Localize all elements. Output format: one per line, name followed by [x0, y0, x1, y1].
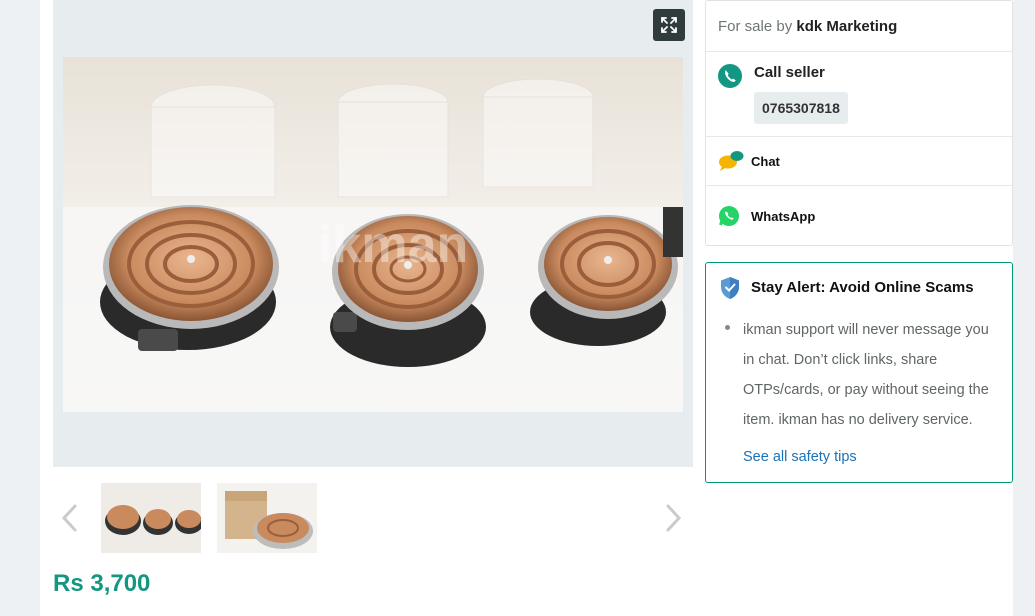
thumbnail-1[interactable]	[101, 483, 201, 553]
whatsapp-row[interactable]: WhatsApp	[706, 185, 1012, 245]
gallery-prev-button[interactable]	[55, 500, 85, 536]
expand-icon	[661, 17, 677, 33]
for-sale-by-label: For sale by	[718, 18, 793, 35]
watermark-text: ikman	[318, 216, 468, 274]
fullscreen-button[interactable]	[653, 9, 685, 41]
phone-number-button[interactable]: 0765307818	[754, 92, 848, 124]
chevron-right-icon	[666, 504, 682, 532]
whatsapp-icon	[719, 206, 739, 226]
main-photo[interactable]: ikman	[63, 57, 683, 412]
chat-row[interactable]: Chat	[706, 136, 1012, 185]
safety-alert-title: Stay Alert: Avoid Online Scams	[751, 279, 974, 296]
page-margin	[1013, 0, 1035, 616]
seller-line: For sale by kdk Marketing	[718, 18, 897, 35]
thumbnail-2[interactable]	[217, 483, 317, 553]
price: Rs 3,700	[53, 570, 151, 597]
chat-label: Chat	[751, 154, 780, 169]
call-seller-row: Call seller 0765307818	[706, 51, 1012, 136]
gallery-next-button[interactable]	[658, 500, 688, 536]
bullet-dot	[725, 325, 730, 330]
shield-check-icon	[721, 277, 739, 299]
hot-plate-1	[100, 205, 279, 351]
chevron-left-icon	[61, 504, 77, 532]
safety-alert-card: Stay Alert: Avoid Online Scams ikman sup…	[705, 262, 1013, 483]
whatsapp-label: WhatsApp	[751, 209, 816, 224]
call-seller-label: Call seller	[754, 64, 825, 81]
seller-card: For sale by kdk Marketing Call seller 07…	[705, 0, 1013, 246]
safety-tip-text: ikman support will never message you in …	[743, 322, 989, 428]
seller-name[interactable]: kdk Marketing	[796, 18, 897, 35]
safety-tips-link[interactable]: See all safety tips	[743, 449, 857, 465]
phone-icon	[718, 64, 742, 88]
chat-icon	[719, 151, 744, 171]
